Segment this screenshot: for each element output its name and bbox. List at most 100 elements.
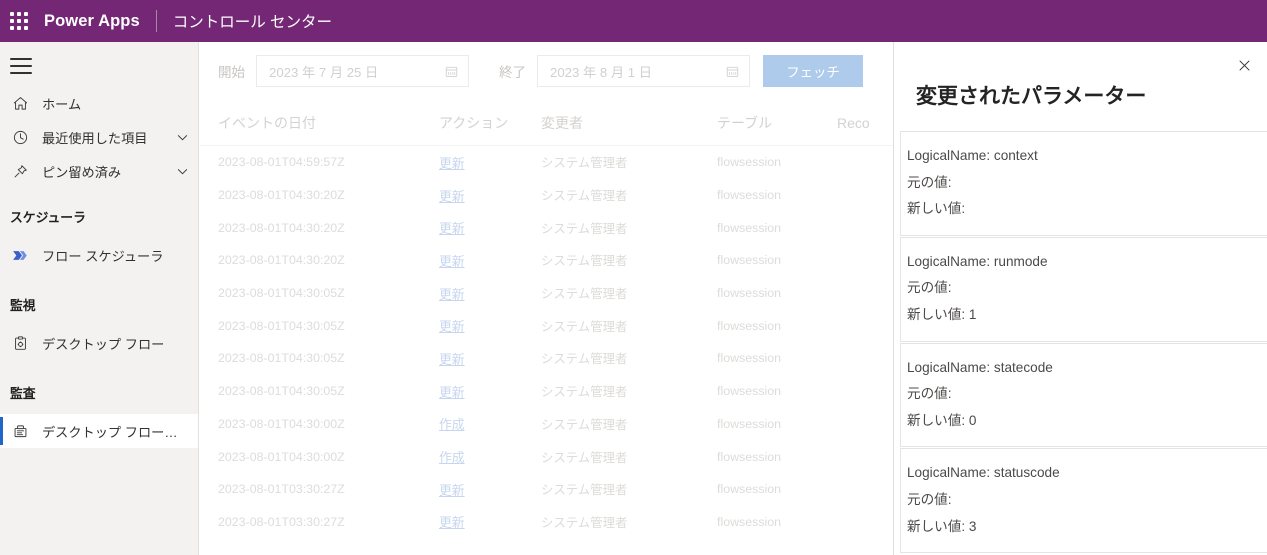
cell-table: flowsession (717, 351, 782, 366)
cell-user: システム管理者 (541, 450, 628, 465)
table-row[interactable]: 2023-08-01T04:30:05Z 更新 システム管理者 flowsession (200, 309, 893, 342)
parameter-old-value: 元の値: (907, 174, 952, 190)
cell-table: flowsession (717, 514, 782, 529)
table-row[interactable]: 2023-08-01T03:30:27Z 更新 システム管理者 flowsession (200, 473, 893, 506)
cell-date: 2023-08-01T04:30:05Z (218, 318, 345, 333)
start-date-input[interactable]: 2023 年 7 月 25 日 (256, 55, 469, 87)
calendar-icon[interactable] (724, 63, 740, 79)
end-date-label: 終了 (499, 65, 526, 80)
table-row[interactable]: 2023-08-01T04:30:20Z 更新 システム管理者 flowsession (200, 211, 893, 244)
table-header-row: イベントの日付 アクション 変更者 テーブル Reco (200, 100, 893, 146)
home-icon (10, 93, 30, 113)
parameter-old-value: 元の値: (907, 280, 952, 296)
cell-user: システム管理者 (541, 319, 628, 334)
parameter-logical-name: LogicalName: statecode (907, 359, 1053, 375)
table-row[interactable]: 2023-08-01T04:30:20Z 更新 システム管理者 flowsession (200, 179, 893, 212)
parameter-logical-name: LogicalName: context (907, 148, 1038, 163)
end-date-value: 2023 年 8 月 1 日 (550, 64, 652, 80)
table-row[interactable]: 2023-08-01T04:30:00Z 作成 システム管理者 flowsession (200, 440, 893, 473)
cell-table: flowsession (717, 449, 782, 464)
parameter-card: LogicalName: statecode 元の値: 新しい値: 0 (900, 342, 1267, 448)
clipboard-log-icon (10, 421, 30, 441)
column-header-date[interactable]: イベントの日付 (218, 113, 439, 133)
cell-date: 2023-08-01T04:30:20Z (218, 188, 345, 203)
action-link[interactable]: 更新 (439, 153, 541, 172)
sidebar-section-scheduler: スケジューラ (10, 209, 86, 225)
cell-table: flowsession (717, 253, 782, 268)
table-row[interactable]: 2023-08-01T04:30:05Z 更新 システム管理者 flowsession (200, 277, 893, 310)
cell-user: システム管理者 (541, 483, 628, 498)
panel-title: 変更されたパラメーター (916, 85, 1147, 108)
calendar-icon[interactable] (443, 63, 459, 79)
table-row[interactable]: 2023-08-01T04:30:00Z 作成 システム管理者 flowsession (200, 408, 893, 441)
column-header-user[interactable]: 変更者 (541, 113, 717, 133)
column-header-record[interactable]: Reco (837, 115, 893, 131)
parameter-card: LogicalName: runmode 元の値: 新しい値: 1 (900, 236, 1267, 342)
cell-user: システム管理者 (541, 352, 628, 367)
action-link[interactable]: 更新 (439, 382, 541, 401)
sidebar-item-home[interactable]: ホーム (0, 86, 198, 120)
parameter-logical-name: LogicalName: runmode (907, 253, 1048, 269)
parameter-card-list: LogicalName: context 元の値: 新しい値: LogicalName… (894, 131, 1267, 554)
sidebar-item-desktop-flow[interactable]: デスクトップ フロー (0, 326, 198, 360)
action-link[interactable]: 更新 (439, 218, 541, 237)
sidebar-item-label: デスクトップ フロー (42, 336, 165, 352)
table-row[interactable]: 2023-08-01T04:59:57Z 更新 システム管理者 flowsession (200, 146, 893, 179)
cell-date: 2023-08-01T03:30:27Z (218, 482, 345, 497)
brand-divider (155, 10, 157, 32)
end-date-input[interactable]: 2023 年 8 月 1 日 (537, 55, 750, 87)
sidebar: ホーム 最近使用した項目 ピン留め済み スケジューラ フロー スケジューラ 監視… (0, 42, 199, 555)
action-link[interactable]: 更新 (439, 186, 541, 205)
app-launcher-icon[interactable] (10, 12, 28, 30)
action-link[interactable]: 作成 (439, 447, 541, 466)
action-link[interactable]: 更新 (439, 349, 541, 368)
parameter-new-value: 新しい値: 0 (907, 412, 977, 428)
chevron-down-icon[interactable] (175, 130, 190, 145)
action-link[interactable]: 更新 (439, 316, 541, 335)
action-link[interactable]: 作成 (439, 414, 541, 433)
parameter-new-value: 新しい値: 3 (907, 518, 977, 534)
table-row[interactable]: 2023-08-01T03:30:27Z 更新 システム管理者 flowsession (200, 506, 893, 539)
fetch-button[interactable]: フェッチ (763, 55, 863, 87)
clipboard-gear-icon (10, 333, 30, 353)
parameter-old-value: 元の値: (907, 386, 952, 402)
cell-table: flowsession (717, 384, 782, 399)
parameter-old-value: 元の値: (907, 491, 952, 507)
hamburger-icon[interactable] (10, 58, 32, 74)
action-link[interactable]: 更新 (439, 512, 541, 531)
chevron-down-icon[interactable] (175, 164, 190, 179)
clock-icon (10, 127, 30, 147)
action-link[interactable]: 更新 (439, 251, 541, 270)
sidebar-item-label: 最近使用した項目 (42, 130, 148, 146)
parameter-card: LogicalName: statuscode 元の値: 新しい値: 3 (900, 448, 1267, 554)
brand-label[interactable]: Power Apps (44, 12, 140, 31)
action-link[interactable]: 更新 (439, 284, 541, 303)
close-icon[interactable] (1231, 52, 1257, 78)
filter-toolbar: 開始 2023 年 7 月 25 日 終了 2023 年 8 月 1 日 フェッ… (200, 42, 893, 100)
cell-date: 2023-08-01T04:59:57Z (218, 155, 345, 170)
column-header-action[interactable]: アクション (439, 113, 541, 133)
table-row[interactable]: 2023-08-01T04:30:05Z 更新 システム管理者 flowsession (200, 375, 893, 408)
changed-parameters-panel: 変更されたパラメーター LogicalName: context 元の値: 新しい値… (893, 42, 1267, 555)
cell-user: システム管理者 (541, 156, 628, 171)
sidebar-item-desktop-flow-logs[interactable]: デスクトップ フローのログ (0, 414, 198, 448)
table-row[interactable]: 2023-08-01T04:30:20Z 更新 システム管理者 flowsession (200, 244, 893, 277)
cell-table: flowsession (717, 188, 782, 203)
parameter-logical-name: LogicalName: statuscode (907, 465, 1060, 481)
sidebar-item-flow-scheduler[interactable]: フロー スケジューラ (0, 238, 198, 272)
table-row[interactable]: 2023-08-01T04:30:05Z 更新 システム管理者 flowsession (200, 342, 893, 375)
start-date-label: 開始 (218, 65, 245, 80)
parameter-new-value: 新しい値: (907, 201, 966, 217)
action-link[interactable]: 更新 (439, 480, 541, 499)
cell-table: flowsession (717, 482, 782, 497)
audit-log-table: イベントの日付 アクション 変更者 テーブル Reco 2023-08-01T0… (200, 100, 893, 538)
cell-user: システム管理者 (541, 287, 628, 302)
sidebar-item-pinned[interactable]: ピン留め済み (0, 154, 198, 188)
column-header-table[interactable]: テーブル (717, 113, 837, 133)
sidebar-item-recent[interactable]: 最近使用した項目 (0, 120, 198, 154)
cell-date: 2023-08-01T04:30:00Z (218, 449, 345, 464)
cell-table: flowsession (717, 286, 782, 301)
cell-table: flowsession (717, 220, 782, 235)
cell-date: 2023-08-01T04:30:20Z (218, 253, 345, 268)
sidebar-item-label: フロー スケジューラ (42, 248, 164, 264)
